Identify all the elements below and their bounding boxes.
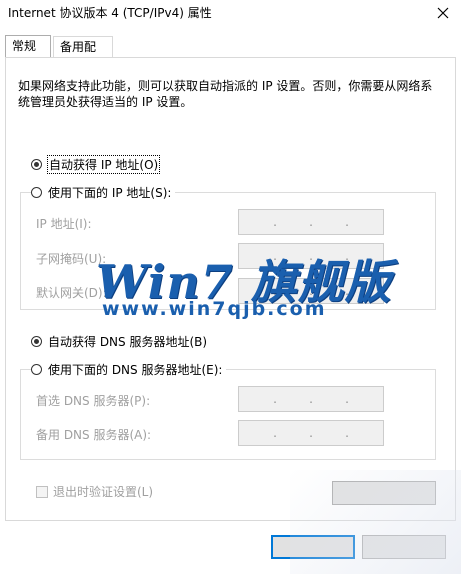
tcpip-properties-dialog: Internet 协议版本 4 (TCP/IPv4) 属性 常规 备用配置 如果… <box>0 0 461 574</box>
window-title: Internet 协议版本 4 (TCP/IPv4) 属性 <box>8 6 212 20</box>
radio-manual-dns-label: 使用下面的 DNS 服务器地址(E): <box>48 363 223 377</box>
description-text: 如果网络支持此功能，则可以获取自动指派的 IP 设置。否则，你需要从网络系统管理… <box>18 79 433 109</box>
close-icon <box>437 7 449 19</box>
radio-manual-ip-label: 使用下面的 IP 地址(S): <box>48 186 172 200</box>
validate-on-exit-checkbox[interactable]: 退出时验证设置(L) <box>36 483 153 500</box>
radio-auto-ip[interactable]: 自动获得 IP 地址(O) <box>31 155 161 174</box>
ip-address-input[interactable]: ... <box>238 209 384 235</box>
default-gateway-label: 默认网关(D): <box>36 286 107 300</box>
default-gateway-input[interactable]: ... <box>238 278 384 304</box>
radio-manual-dns-indicator <box>31 364 42 375</box>
radio-auto-dns[interactable]: 自动获得 DNS 服务器地址(B) <box>31 333 207 350</box>
tab-general[interactable]: 常规 <box>5 35 51 58</box>
radio-auto-dns-indicator <box>31 336 42 347</box>
cancel-button[interactable] <box>362 535 446 559</box>
preferred-dns-input[interactable]: ... <box>238 386 384 412</box>
radio-auto-ip-label: 自动获得 IP 地址(O) <box>46 155 161 174</box>
advanced-button[interactable] <box>332 481 436 505</box>
ip-address-label: IP 地址(I): <box>36 217 92 231</box>
preferred-dns-label: 首选 DNS 服务器(P): <box>36 394 151 408</box>
subnet-mask-label: 子网掩码(U): <box>36 252 107 266</box>
ok-button[interactable] <box>271 535 355 559</box>
validate-on-exit-label: 退出时验证设置(L) <box>53 485 154 499</box>
radio-manual-ip-indicator <box>31 187 42 198</box>
alternate-dns-input[interactable]: ... <box>238 420 384 446</box>
alternate-dns-label: 备用 DNS 服务器(A): <box>36 428 152 442</box>
radio-auto-ip-indicator <box>31 159 42 170</box>
close-button[interactable] <box>425 0 461 26</box>
title-bar: Internet 协议版本 4 (TCP/IPv4) 属性 <box>0 0 461 28</box>
validate-on-exit-box <box>36 485 48 498</box>
tab-alternate-config[interactable]: 备用配置 <box>53 36 113 75</box>
manual-dns-group <box>20 369 436 460</box>
radio-auto-dns-label: 自动获得 DNS 服务器地址(B) <box>48 335 208 349</box>
radio-manual-dns[interactable]: 使用下面的 DNS 服务器地址(E): <box>31 361 227 378</box>
subnet-mask-input[interactable]: ... <box>238 243 384 269</box>
tab-general-label: 常规 <box>12 39 37 53</box>
radio-manual-ip[interactable]: 使用下面的 IP 地址(S): <box>31 184 176 201</box>
